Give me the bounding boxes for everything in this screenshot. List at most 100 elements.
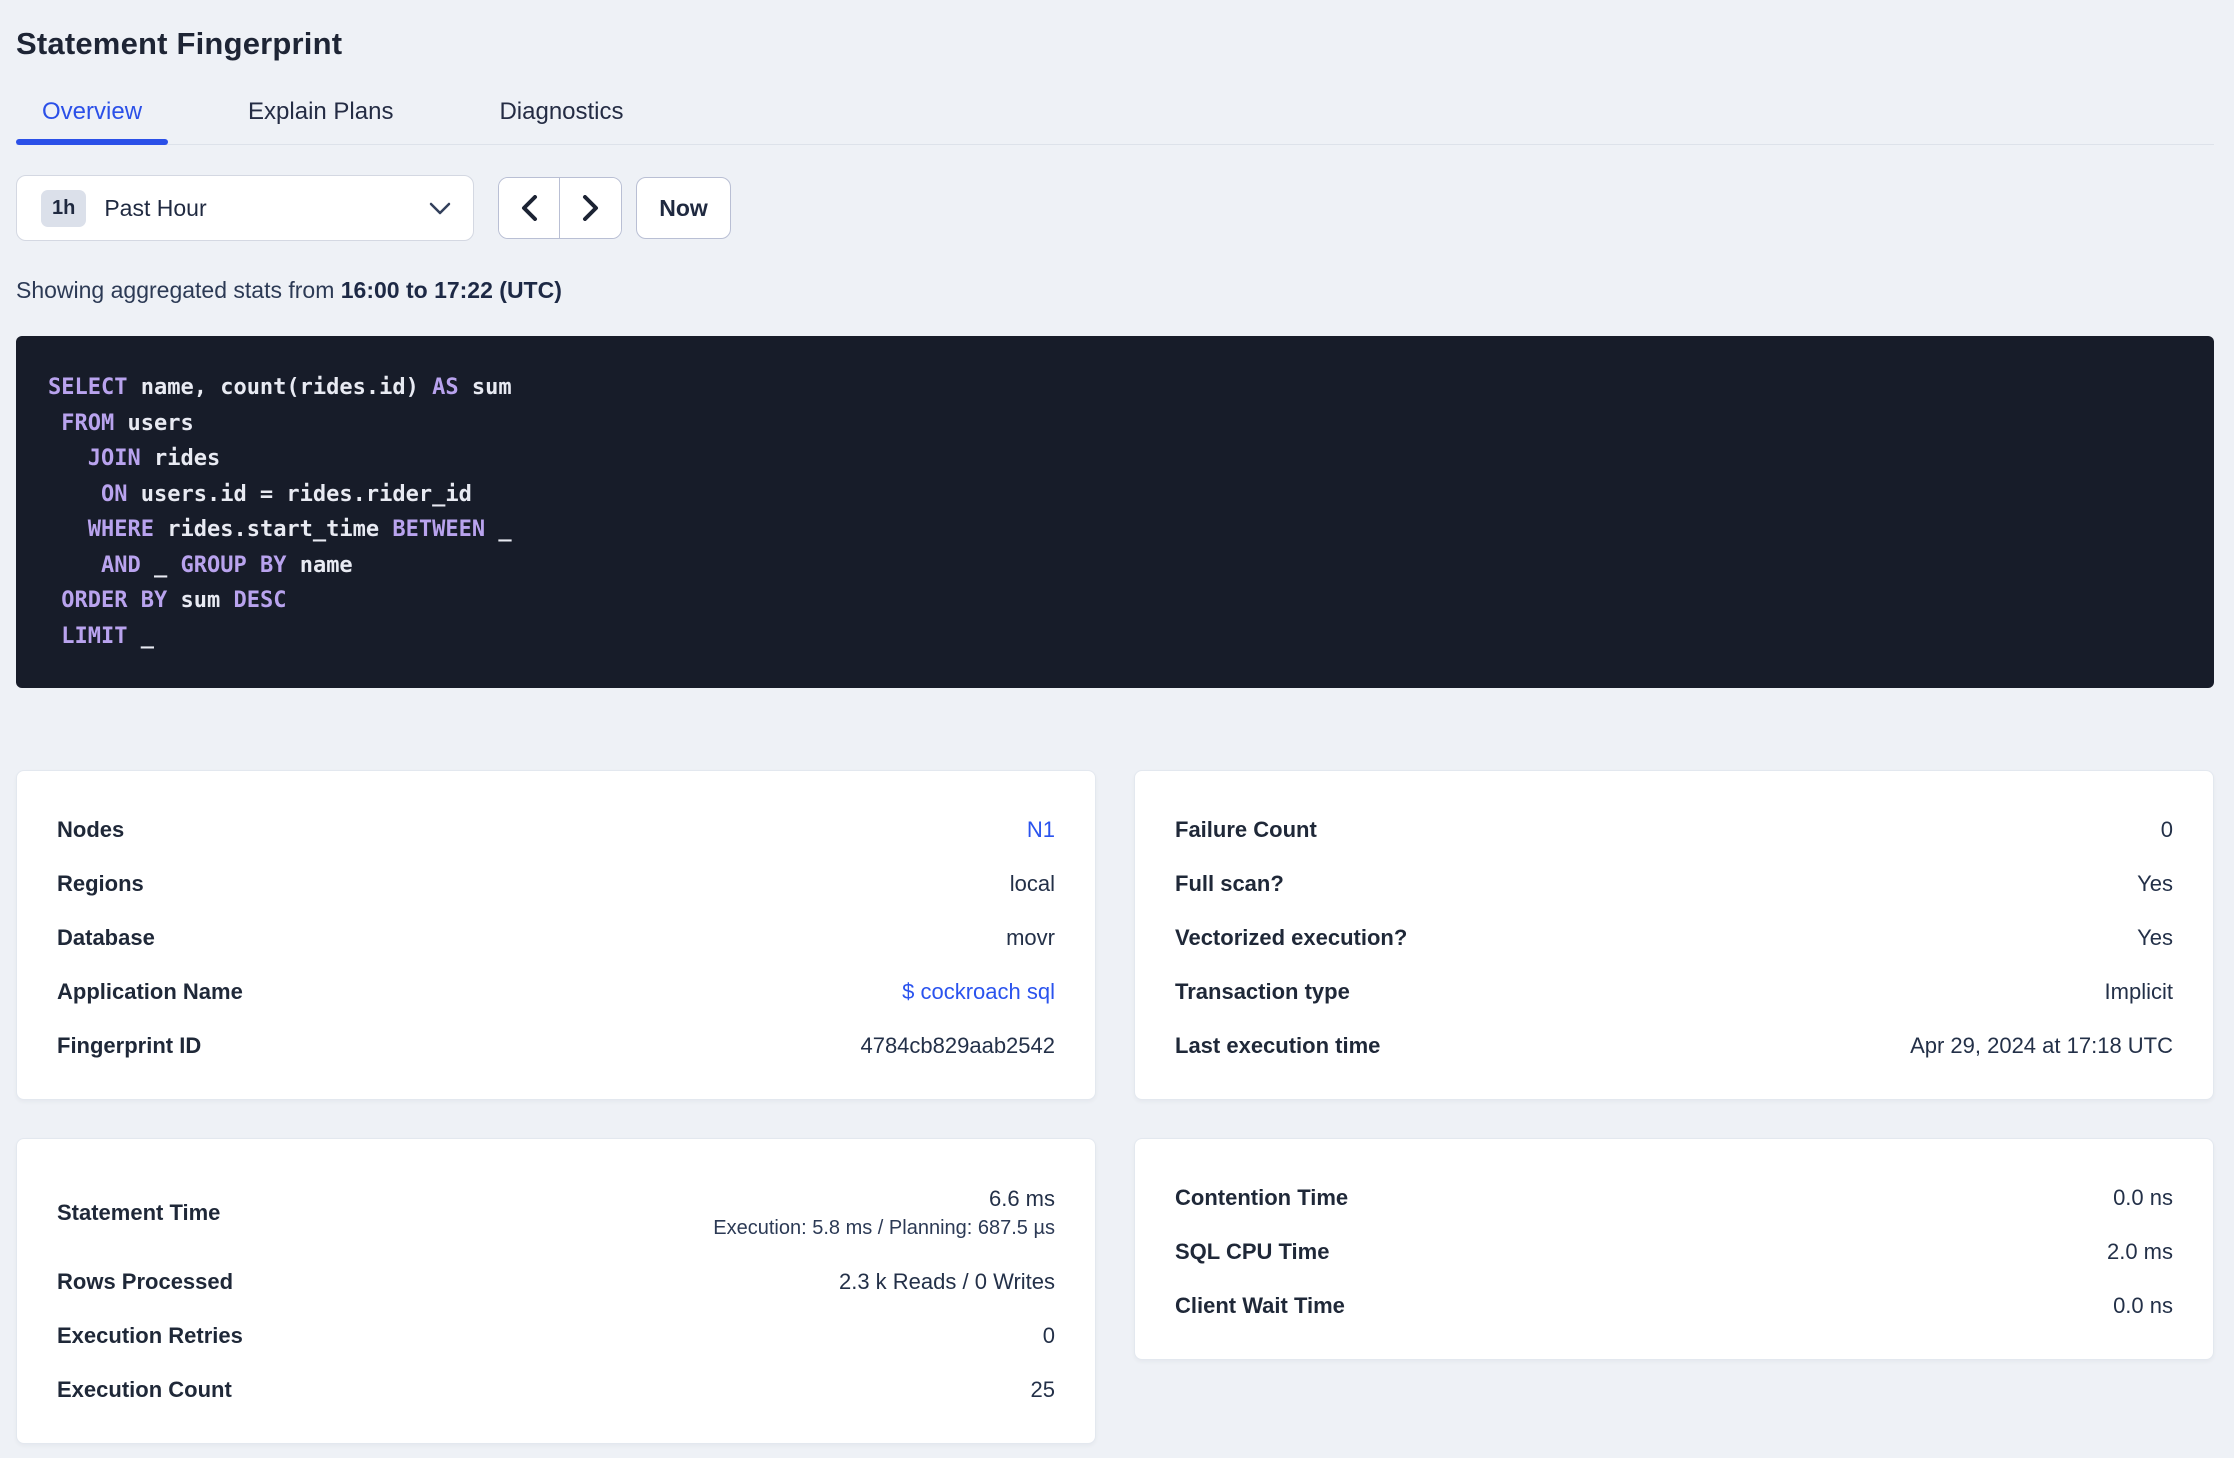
sql-line: SELECT name, count(rides.id) AS sum xyxy=(48,370,2182,406)
metric-value-stack: Yes xyxy=(2137,925,2173,951)
sql-text: rides xyxy=(140,446,221,471)
metric-value-stack: 4784cb829aab2542 xyxy=(860,1033,1055,1059)
stats-summary: Showing aggregated stats from 16:00 to 1… xyxy=(16,277,2214,304)
metric-row: Fingerprint ID 4784cb829aab2542 xyxy=(57,1019,1055,1073)
metric-row: Execution Retries 0 xyxy=(57,1309,1055,1363)
metric-value-stack: 25 xyxy=(1031,1377,1055,1403)
metric-value-stack: 2.3 k Reads / 0 Writes xyxy=(839,1269,1055,1295)
metric-value-stack: 2.0 ms xyxy=(2107,1239,2173,1265)
metric-label: SQL CPU Time xyxy=(1175,1239,1330,1264)
metric-row: SQL CPU Time 2.0 ms xyxy=(1175,1225,2173,1279)
chevron-down-icon xyxy=(429,202,451,214)
next-time-button[interactable] xyxy=(560,178,621,238)
metric-label: Statement Time xyxy=(57,1200,221,1225)
metric-label: Regions xyxy=(57,871,144,896)
sql-keyword: WHERE xyxy=(87,517,154,542)
metric-row: Execution Count 25 xyxy=(57,1363,1055,1417)
metric-label: Nodes xyxy=(57,817,125,842)
now-button[interactable]: Now xyxy=(636,177,731,239)
metric-row: Last execution time Apr 29, 2024 at 17:18… xyxy=(1175,1019,2173,1073)
metric-row: Nodes N1 xyxy=(57,803,1055,857)
metric-value: 25 xyxy=(1030,1377,1055,1402)
tab-diagnostics[interactable]: Diagnostics xyxy=(473,98,649,144)
sql-line: ON users.id = rides.rider_id xyxy=(48,477,2182,513)
sql-text: name xyxy=(286,552,353,578)
metric-row: Transaction type Implicit xyxy=(1175,965,2173,1019)
metric-value-stack: N1 xyxy=(1027,817,1055,843)
sql-keyword: LIMIT xyxy=(61,623,128,649)
sql-text: sum xyxy=(167,588,234,613)
stats-summary-prefix: Showing aggregated stats from xyxy=(16,277,341,303)
metric-value: 2.3 k Reads / 0 Writes xyxy=(838,1269,1055,1294)
metric-row: Statement Time 6.6 ms Execution: 5.8 ms / … xyxy=(57,1171,1055,1255)
metric-label: Fingerprint ID xyxy=(57,1033,202,1058)
time-step-button-group xyxy=(498,177,622,239)
tab-overview-label: Overview xyxy=(42,98,143,125)
metric-label: Last execution time xyxy=(1175,1033,1381,1058)
sql-keyword: AS xyxy=(432,375,459,400)
metric-label: Vectorized execution? xyxy=(1175,925,1408,950)
metric-row: Rows Processed 2.3 k Reads / 0 Writes xyxy=(57,1255,1055,1309)
chevron-right-icon xyxy=(582,195,598,221)
sql-keyword: DESC xyxy=(233,588,287,613)
sql-line: FROM users xyxy=(48,406,2182,442)
metric-value-stack: $ cockroach sql xyxy=(902,979,1055,1005)
metric-value-stack: 0 xyxy=(2161,817,2173,843)
metric-label: Rows Processed xyxy=(57,1269,234,1294)
tab-diagnostics-label: Diagnostics xyxy=(499,98,624,125)
sql-line: WHERE rides.start_time BETWEEN _ xyxy=(48,512,2182,548)
metric-row: Contention Time 0.0 ns xyxy=(1175,1171,2173,1225)
metric-value-link[interactable]: $ cockroach sql xyxy=(902,979,1055,1005)
metric-value: 0 xyxy=(1042,1323,1055,1348)
metric-value-link[interactable]: N1 xyxy=(1027,817,1055,843)
statement-fingerprint-page: Statement Fingerprint Overview Explain P… xyxy=(0,0,2234,1444)
statement-details-card: Nodes N1 Regions local Database movr Applicati… xyxy=(16,770,1096,1100)
metric-value: 0.0 ns xyxy=(2113,1185,2173,1210)
sql-line: LIMIT _ xyxy=(48,619,2182,655)
metric-value-stack: Apr 29, 2024 at 17:18 UTC xyxy=(1910,1033,2173,1059)
sql-keyword: ON xyxy=(100,481,128,507)
sql-line: AND _ GROUP BY name xyxy=(48,548,2182,584)
metric-label: Execution Retries xyxy=(57,1323,243,1348)
sql-text: users xyxy=(114,410,194,436)
metric-value: Yes xyxy=(2137,925,2173,950)
metric-value: Implicit xyxy=(2104,979,2173,1004)
metric-label: Contention Time xyxy=(1175,1185,1349,1210)
metric-row: Database movr xyxy=(57,911,1055,965)
time-range-dropdown[interactable]: 1h Past Hour xyxy=(16,175,474,241)
metric-value: local xyxy=(1009,871,1055,896)
sql-keyword: JOIN xyxy=(87,446,141,471)
metric-row: Full scan? Yes xyxy=(1175,857,2173,911)
metric-value-stack: 0 xyxy=(1043,1323,1055,1349)
prev-time-button[interactable] xyxy=(499,178,560,238)
metric-value: movr xyxy=(1006,925,1055,950)
metric-value: 6.6 ms xyxy=(988,1186,1055,1211)
tab-explain-plans-label: Explain Plans xyxy=(248,98,394,125)
wait-time-card: Contention Time 0.0 ns SQL CPU Time 2.0 ms C… xyxy=(1134,1138,2214,1360)
sql-text: sum xyxy=(458,375,512,400)
metric-label: Execution Count xyxy=(57,1377,232,1402)
page-title: Statement Fingerprint xyxy=(16,26,343,61)
metric-value: 2.0 ms xyxy=(2106,1239,2173,1264)
time-controls: 1h Past Hour Now xyxy=(16,175,2214,241)
metric-row: Regions local xyxy=(57,857,1055,911)
metric-label: Database xyxy=(57,925,155,950)
metric-label: Failure Count xyxy=(1175,817,1317,842)
sql-text: users.id = rides.rider_id xyxy=(127,481,472,507)
metric-row: Client Wait Time 0.0 ns xyxy=(1175,1279,2173,1333)
metric-value-stack: local xyxy=(1010,871,1055,897)
metric-value: Apr 29, 2024 at 17:18 UTC xyxy=(1910,1033,2173,1058)
metric-value: Yes xyxy=(2137,871,2173,896)
metric-value-stack: movr xyxy=(1006,925,1055,951)
metric-value-stack: 0.0 ns xyxy=(2113,1293,2173,1319)
sql-keyword: SELECT xyxy=(48,375,128,400)
tab-explain-plans[interactable]: Explain Plans xyxy=(222,98,419,144)
sql-keyword: ORDER BY xyxy=(61,588,168,613)
sql-statement-block: SELECT name, count(rides.id) AS sum FROM… xyxy=(16,336,2214,688)
sql-keyword: AND xyxy=(100,552,141,578)
sql-text: _ xyxy=(127,623,154,649)
tab-overview[interactable]: Overview xyxy=(16,98,169,145)
